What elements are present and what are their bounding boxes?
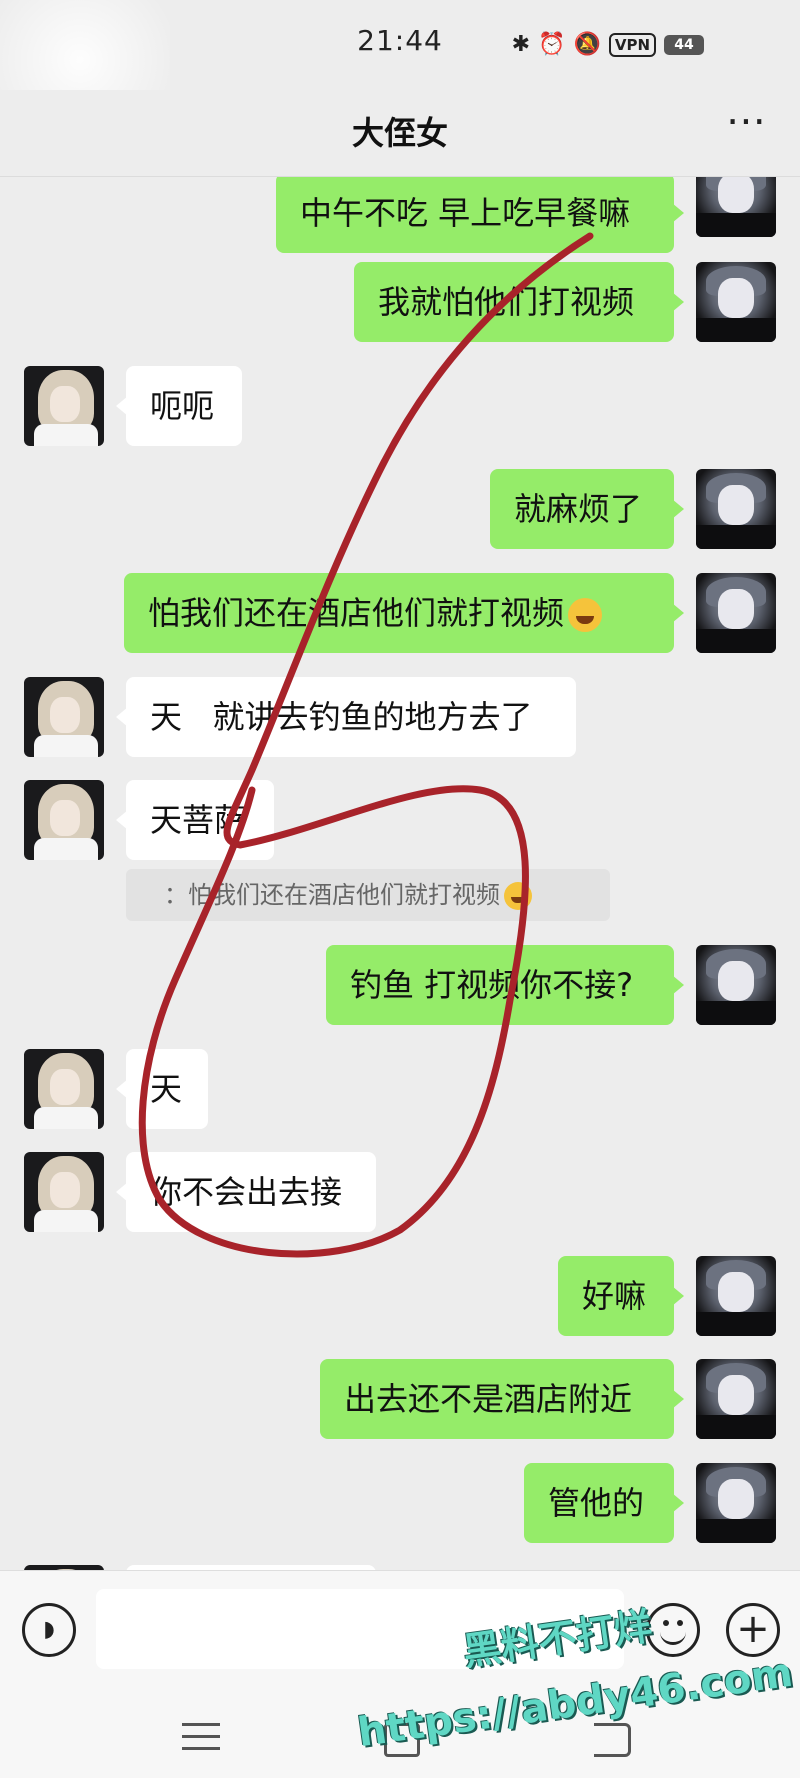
quoted-reply[interactable]: ：怕我们还在酒店他们就打视频 xyxy=(126,869,610,921)
message-bubble-outgoing[interactable]: 管他的 xyxy=(524,1463,684,1543)
my-avatar[interactable] xyxy=(696,1463,776,1543)
more-icon[interactable]: ⋯ xyxy=(726,98,768,144)
my-avatar[interactable] xyxy=(696,1256,776,1336)
contact-avatar[interactable] xyxy=(24,677,104,757)
message-bubble-outgoing[interactable]: 钓鱼 打视频你不接? xyxy=(326,945,684,1025)
message-bubble-outgoing[interactable]: 我就怕他们打视频 xyxy=(354,262,684,342)
message-list[interactable]: 中午不吃 早上吃早餐嘛 我就怕他们打视频 呃呃 就麻烦了 怕我们还在酒店他们就打… xyxy=(0,177,800,1570)
message-bubble-outgoing[interactable]: 就麻烦了 xyxy=(490,469,684,549)
mute-icon: 🔕 xyxy=(573,32,601,57)
contact-avatar[interactable] xyxy=(24,1152,104,1232)
laugh-cry-emoji-icon xyxy=(568,598,603,632)
my-avatar[interactable] xyxy=(696,262,776,342)
my-avatar[interactable] xyxy=(696,177,776,237)
alarm-icon: ⏰ xyxy=(538,32,566,57)
status-icons: ✱ ⏰ 🔕 VPN 44 xyxy=(512,32,704,57)
battery-icon: 44 xyxy=(664,34,704,55)
chat-title: 大侄女 xyxy=(351,114,448,152)
back-nav-icon[interactable] xyxy=(594,1723,631,1757)
message-bubble-outgoing[interactable]: 中午不吃 早上吃早餐嘛 xyxy=(276,177,684,253)
my-avatar[interactable] xyxy=(696,1359,776,1439)
message-bubble-incoming[interactable]: 天 就讲去钓鱼的地方去了 xyxy=(116,677,576,757)
contact-avatar[interactable] xyxy=(24,366,104,446)
message-bubble-incoming[interactable]: 天 xyxy=(116,1049,208,1129)
contact-avatar[interactable] xyxy=(24,1049,104,1129)
voice-icon[interactable]: ◗ xyxy=(22,1603,76,1657)
my-avatar[interactable] xyxy=(696,469,776,549)
menu-nav-icon[interactable] xyxy=(182,1723,220,1759)
message-bubble-incoming[interactable]: 你不会出去接 xyxy=(116,1152,376,1232)
plus-icon[interactable]: + xyxy=(726,1603,780,1657)
chat-header: 大侄女 ⋯ xyxy=(0,90,800,177)
contact-avatar[interactable] xyxy=(24,780,104,860)
message-bubble-outgoing[interactable]: 出去还不是酒店附近 xyxy=(320,1359,684,1439)
message-bubble-incoming[interactable]: 天菩萨 xyxy=(116,780,274,860)
my-avatar[interactable] xyxy=(696,573,776,653)
message-bubble-incoming[interactable]: 呃呃 xyxy=(116,366,242,446)
laugh-cry-emoji-icon xyxy=(504,882,532,910)
vpn-badge: VPN xyxy=(608,32,656,57)
my-avatar[interactable] xyxy=(696,945,776,1025)
bluetooth-icon: ✱ xyxy=(511,32,531,57)
status-bar: 21:44 ✱ ⏰ 🔕 VPN 44 xyxy=(0,0,800,170)
message-bubble-outgoing[interactable]: 怕我们还在酒店他们就打视频 xyxy=(124,573,684,653)
message-bubble-outgoing[interactable]: 好嘛 xyxy=(558,1256,684,1336)
